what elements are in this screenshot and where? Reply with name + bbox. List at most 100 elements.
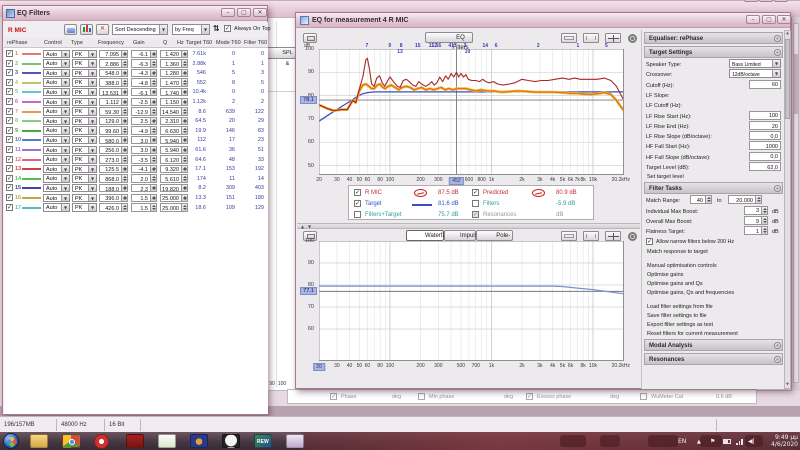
spinner[interactable]: [121, 51, 127, 58]
minimize-button[interactable]: –: [221, 8, 235, 17]
bg-maximize-button[interactable]: ▢: [759, 0, 773, 2]
q-field[interactable]: 5.940: [160, 136, 188, 145]
filter-enabled-checkbox[interactable]: ✓: [6, 108, 13, 115]
section-header[interactable]: Target Settings: [644, 46, 783, 58]
spinner[interactable]: [181, 137, 187, 144]
type-dropdown[interactable]: PK▼: [72, 184, 97, 193]
control-dropdown[interactable]: Auto▼: [43, 174, 70, 183]
spinner[interactable]: [150, 147, 156, 154]
tray-network-icon[interactable]: [736, 438, 744, 445]
sort-dropdown[interactable]: Sort Descending ▼: [112, 24, 168, 35]
type-dropdown[interactable]: PK▼: [72, 98, 97, 107]
spinner[interactable]: [150, 118, 156, 125]
panel-action[interactable]: Manual optimisation controls: [647, 263, 717, 269]
q-field[interactable]: 19.820: [160, 184, 188, 193]
control-dropdown[interactable]: Auto▼: [43, 165, 70, 174]
tab-pole-zero[interactable]: Pole-Zero: [476, 230, 513, 241]
spinner[interactable]: [121, 195, 127, 202]
folder-icon[interactable]: [64, 24, 77, 35]
type-dropdown[interactable]: PK▼: [72, 117, 97, 126]
spinner[interactable]: [121, 175, 127, 182]
filter-enabled-checkbox[interactable]: ✓: [6, 88, 13, 95]
cursor-crosshair-icon-2[interactable]: [605, 231, 621, 241]
foobar-icon[interactable]: [222, 434, 240, 448]
spinner[interactable]: [121, 79, 127, 86]
field-input[interactable]: 0,0: [749, 152, 781, 161]
background-scrollbar[interactable]: [793, 23, 799, 383]
field-input[interactable]: 1000: [749, 141, 781, 150]
frequency-field[interactable]: 256.0: [99, 146, 128, 155]
spinner[interactable]: [121, 99, 127, 106]
control-dropdown[interactable]: Auto▼: [43, 184, 70, 193]
gain-field[interactable]: -12.9: [131, 107, 157, 116]
frequency-field[interactable]: 273.0: [99, 155, 128, 164]
background-legend-checkbox[interactable]: ✓: [330, 393, 337, 400]
frequency-field[interactable]: 129.0: [99, 117, 128, 126]
background-legend-checkbox[interactable]: [418, 393, 425, 400]
q-field[interactable]: 9.320: [160, 165, 188, 174]
gain-field[interactable]: 2.5: [131, 117, 157, 126]
filter-enabled-checkbox[interactable]: ✓: [6, 98, 13, 105]
spinner[interactable]: [150, 108, 156, 115]
spl-plot[interactable]: [319, 49, 624, 175]
q-field[interactable]: 6.630: [160, 126, 188, 135]
graph-menu-button[interactable]: [303, 33, 317, 43]
spinner[interactable]: [181, 156, 187, 163]
scroll-down-icon[interactable]: ▼: [785, 382, 790, 388]
filter-enabled-checkbox[interactable]: ✓: [6, 204, 13, 211]
spinner[interactable]: [181, 99, 187, 106]
q-field[interactable]: 1.280: [160, 69, 188, 78]
spl-phase-tab[interactable]: SPL &: [264, 47, 296, 59]
filter-enabled-checkbox[interactable]: ✓: [6, 69, 13, 76]
bg-close-button[interactable]: ✕: [774, 0, 788, 2]
opera-icon[interactable]: [94, 434, 109, 449]
spinner[interactable]: [181, 204, 187, 211]
spinner[interactable]: [121, 204, 127, 211]
section-header[interactable]: Modal Analysis: [644, 339, 783, 351]
type-dropdown[interactable]: PK▼: [72, 107, 97, 116]
filter-enabled-checkbox[interactable]: ✓: [6, 117, 13, 124]
section-toggle-icon[interactable]: [774, 35, 781, 42]
filter-enabled-checkbox[interactable]: ✓: [6, 146, 13, 153]
language-indicator[interactable]: EN: [678, 438, 686, 445]
panel-action[interactable]: Optimise gains: [647, 272, 683, 278]
section-toggle-icon[interactable]: [774, 356, 781, 363]
gain-field[interactable]: -6.3: [131, 59, 157, 68]
spinner[interactable]: [150, 89, 156, 96]
type-dropdown[interactable]: PK▼: [72, 69, 97, 78]
spinner[interactable]: [181, 147, 187, 154]
spinner[interactable]: [181, 185, 187, 192]
spinner[interactable]: [150, 60, 156, 67]
pane-divider[interactable]: ▲ ▼: [297, 223, 640, 229]
section-toggle-icon[interactable]: [774, 185, 781, 192]
filter-enabled-checkbox[interactable]: ✓: [6, 60, 13, 67]
control-dropdown[interactable]: Auto▼: [43, 194, 70, 203]
filter-enabled-checkbox[interactable]: ✓: [6, 127, 13, 134]
section-toggle-icon[interactable]: [774, 49, 781, 56]
panel-checkbox[interactable]: ✓: [646, 238, 653, 245]
q-field[interactable]: 25.000: [160, 203, 188, 212]
gain-field[interactable]: 1.5: [131, 194, 157, 203]
type-dropdown[interactable]: PK▼: [72, 174, 97, 183]
panel-action[interactable]: Optimise gains and Qs: [647, 281, 703, 287]
spinner[interactable]: [181, 89, 187, 96]
spinner[interactable]: [150, 127, 156, 134]
field-input[interactable]: 20: [749, 121, 781, 130]
waterfall-plot[interactable]: [319, 241, 624, 361]
legend-checkbox[interactable]: ✓: [472, 189, 479, 196]
section-header[interactable]: Filter Tasks: [644, 182, 783, 194]
spinner[interactable]: [181, 127, 187, 134]
section-toggle-icon[interactable]: [774, 342, 781, 349]
spinner[interactable]: [121, 185, 127, 192]
gain-field[interactable]: -4.8: [131, 78, 157, 87]
spinner[interactable]: [150, 156, 156, 163]
clock[interactable]: 9:49 μμ 4/6/2020: [762, 434, 798, 448]
type-dropdown[interactable]: PK▼: [72, 146, 97, 155]
scroll-up-icon[interactable]: ▲: [785, 31, 790, 37]
frequency-field[interactable]: 2.886: [99, 59, 128, 68]
panel-scrollbar-thumb[interactable]: [785, 39, 790, 119]
frequency-field[interactable]: 13.531: [99, 88, 128, 97]
range-to-input[interactable]: 20.000: [728, 195, 762, 204]
q-field[interactable]: 5.610: [160, 174, 188, 183]
spinner[interactable]: [121, 137, 127, 144]
